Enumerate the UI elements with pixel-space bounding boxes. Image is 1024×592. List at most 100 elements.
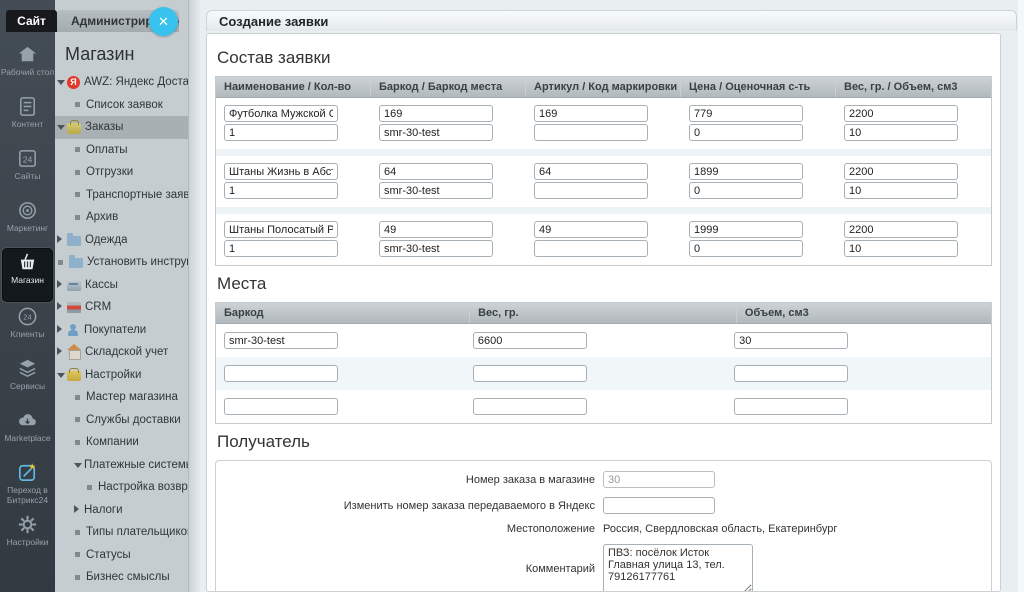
item-weight-input[interactable] bbox=[844, 105, 958, 122]
chevron-right-icon[interactable] bbox=[74, 504, 84, 516]
item-place-barcode-input[interactable] bbox=[379, 240, 493, 257]
sidebar-item-orders[interactable]: Заказы bbox=[55, 116, 188, 139]
sidebar-item-taxes[interactable]: Налоги bbox=[55, 499, 188, 522]
rail-item-settings[interactable]: Настройки bbox=[0, 510, 55, 562]
item-estimated-input[interactable] bbox=[689, 124, 803, 141]
sidebar-item-shop-master[interactable]: Мастер магазина bbox=[55, 386, 188, 409]
bullet-icon bbox=[87, 484, 92, 490]
sidebar-item-request-list[interactable]: Список заявок bbox=[55, 94, 188, 117]
rail-item-desktop[interactable]: Рабочий стол bbox=[0, 40, 55, 92]
item-price-input[interactable] bbox=[689, 221, 803, 238]
place-volume-input[interactable] bbox=[734, 365, 849, 382]
sidebar-item-shipments[interactable]: Отгрузки bbox=[55, 161, 188, 184]
sidebar-item-statuses[interactable]: Статусы bbox=[55, 544, 188, 567]
item-barcode-input[interactable] bbox=[379, 221, 493, 238]
chevron-down-icon[interactable] bbox=[74, 459, 84, 471]
item-article-input[interactable] bbox=[534, 163, 648, 180]
sidebar-item-archive[interactable]: Архив bbox=[55, 206, 188, 229]
page-title: Создание заявки bbox=[206, 10, 1017, 31]
layers-icon bbox=[19, 359, 36, 377]
rail-item-services[interactable]: Сервисы bbox=[0, 354, 55, 406]
item-estimated-input[interactable] bbox=[689, 182, 803, 199]
item-name-input[interactable] bbox=[224, 221, 338, 238]
chevron-down-icon[interactable] bbox=[57, 121, 67, 133]
order-number-input[interactable] bbox=[603, 471, 715, 488]
item-qty-input[interactable] bbox=[224, 240, 338, 257]
svg-text:24: 24 bbox=[23, 154, 33, 164]
item-weight-input[interactable] bbox=[844, 163, 958, 180]
rail-item-clients[interactable]: 24 Клиенты bbox=[0, 302, 55, 354]
item-article-input[interactable] bbox=[534, 105, 648, 122]
place-barcode-input[interactable] bbox=[224, 332, 338, 349]
sidebar-item-awz-yandex[interactable]: Я AWZ: Яндекс Доставка bbox=[55, 71, 188, 94]
calendar-24-icon: 24 bbox=[19, 150, 36, 167]
place-volume-input[interactable] bbox=[734, 332, 849, 349]
place-weight-input[interactable] bbox=[472, 332, 587, 349]
item-volume-input[interactable] bbox=[844, 240, 958, 257]
item-weight-input[interactable] bbox=[844, 221, 958, 238]
sidebar-item-payer-types[interactable]: Типы плательщиков bbox=[55, 521, 188, 544]
item-qty-input[interactable] bbox=[224, 182, 338, 199]
item-barcode-input[interactable] bbox=[379, 163, 493, 180]
comment-textarea[interactable]: ПВЗ: посёлок Исток Главная улица 13, тел… bbox=[603, 544, 753, 591]
basket-icon bbox=[67, 367, 81, 381]
item-place-barcode-input[interactable] bbox=[379, 124, 493, 141]
item-name-input[interactable] bbox=[224, 105, 338, 122]
item-place-barcode-input[interactable] bbox=[379, 182, 493, 199]
place-row bbox=[216, 324, 991, 357]
rail-item-marketing[interactable]: Маркетинг bbox=[0, 196, 55, 248]
chevron-down-icon[interactable] bbox=[57, 76, 67, 88]
chevron-right-icon[interactable] bbox=[57, 346, 67, 358]
tab-site[interactable]: Сайт bbox=[6, 10, 57, 32]
bullet-icon bbox=[75, 394, 80, 400]
sidebar-item-companies[interactable]: Компании bbox=[55, 431, 188, 454]
chevron-right-icon[interactable] bbox=[57, 279, 67, 291]
item-name-input[interactable] bbox=[224, 163, 338, 180]
chevron-down-icon[interactable] bbox=[57, 369, 67, 381]
item-price-input[interactable] bbox=[689, 105, 803, 122]
close-icon[interactable]: ✕ bbox=[149, 7, 178, 36]
item-marking-input[interactable] bbox=[534, 182, 648, 199]
sidebar-item-delivery-services[interactable]: Службы доставки bbox=[55, 409, 188, 432]
column-header: Баркод bbox=[216, 303, 471, 323]
place-volume-input[interactable] bbox=[734, 398, 849, 415]
sidebar-item-buyers[interactable]: Покупатели bbox=[55, 319, 188, 342]
item-estimated-input[interactable] bbox=[689, 240, 803, 257]
item-marking-input[interactable] bbox=[534, 240, 648, 257]
sidebar-item-cash-registers[interactable]: Кассы bbox=[55, 274, 188, 297]
place-barcode-input[interactable] bbox=[224, 398, 338, 415]
sidebar-item-settings[interactable]: Настройки bbox=[55, 364, 188, 387]
panel-resizer[interactable] bbox=[189, 0, 200, 592]
sidebar-item-clothes[interactable]: Одежда bbox=[55, 229, 188, 252]
item-volume-input[interactable] bbox=[844, 182, 958, 199]
rail-item-sites[interactable]: 24 Сайты bbox=[0, 144, 55, 196]
sidebar-item-crm[interactable]: CRM bbox=[55, 296, 188, 319]
change-number-input[interactable] bbox=[603, 497, 715, 514]
rail-item-marketplace[interactable]: Marketplace bbox=[0, 406, 55, 458]
crm-icon bbox=[67, 302, 81, 314]
rail-item-content[interactable]: Контент bbox=[0, 92, 55, 144]
item-price-input[interactable] bbox=[689, 163, 803, 180]
item-qty-input[interactable] bbox=[224, 124, 338, 141]
item-marking-input[interactable] bbox=[534, 124, 648, 141]
rail-item-shop[interactable]: Магазин bbox=[2, 248, 53, 302]
sidebar-item-warehouse[interactable]: Складской учет bbox=[55, 341, 188, 364]
sidebar-item-transport-requests[interactable]: Транспортные заявки bbox=[55, 184, 188, 207]
sidebar-item-payment-systems[interactable]: Платежные системы bbox=[55, 454, 188, 477]
item-article-input[interactable] bbox=[534, 221, 648, 238]
place-barcode-input[interactable] bbox=[224, 365, 338, 382]
chevron-right-icon[interactable] bbox=[57, 301, 67, 313]
sidebar-item-payments[interactable]: Оплаты bbox=[55, 139, 188, 162]
chevron-right-icon[interactable] bbox=[57, 234, 67, 246]
sidebar-item-install-tools[interactable]: Установить инструменты и bbox=[55, 251, 188, 274]
place-weight-input[interactable] bbox=[472, 365, 587, 382]
sidebar-item-business-meanings[interactable]: Бизнес смыслы bbox=[55, 566, 188, 589]
chevron-right-icon[interactable] bbox=[57, 324, 67, 336]
item-barcode-input[interactable] bbox=[379, 105, 493, 122]
rail-item-bitrix24[interactable]: ★ Переход в Битрикс24 bbox=[0, 458, 55, 510]
bullet-icon bbox=[75, 147, 80, 153]
place-weight-input[interactable] bbox=[472, 398, 587, 415]
sidebar-item-refund-settings[interactable]: Настройка возвратов bbox=[55, 476, 188, 499]
item-volume-input[interactable] bbox=[844, 124, 958, 141]
bullet-icon bbox=[75, 192, 80, 198]
